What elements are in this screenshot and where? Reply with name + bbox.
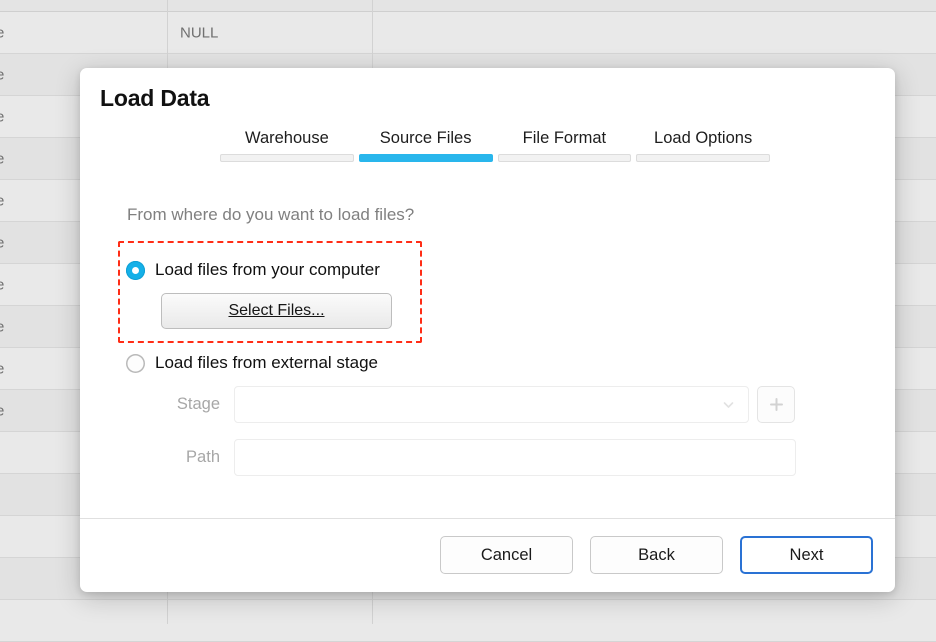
chevron-down-icon [723, 399, 734, 410]
next-button[interactable]: Next [740, 536, 873, 574]
source-question-text: From where do you want to load files? [127, 205, 414, 225]
cancel-button[interactable]: Cancel [440, 536, 573, 574]
tab-load-options-label: Load Options [636, 129, 770, 148]
path-field-row: Path [126, 439, 796, 476]
tab-source-files-indicator [359, 154, 493, 162]
wizard-step-tabs: Warehouse Source Files File Format Load … [220, 129, 770, 162]
load-data-dialog: Load Data Warehouse Source Files File Fo… [80, 68, 895, 592]
tab-file-format-label: File Format [498, 129, 632, 148]
dialog-title: Load Data [100, 85, 209, 112]
add-stage-button[interactable] [757, 386, 795, 423]
tab-load-options[interactable]: Load Options [636, 129, 770, 162]
tab-warehouse-indicator [220, 154, 354, 162]
tab-source-files[interactable]: Source Files [359, 129, 493, 162]
table-cell: e [0, 66, 4, 83]
select-files-button-label: Select Files... [228, 302, 324, 320]
back-button-label: Back [638, 546, 675, 565]
table-row[interactable]: e NULL [0, 12, 936, 54]
radio-option-load-from-computer[interactable]: Load files from your computer [126, 260, 380, 280]
radio-selected-icon [126, 261, 145, 280]
footer-divider [80, 518, 895, 519]
table-cell: e [0, 234, 4, 251]
table-cell: NULL [180, 24, 218, 41]
table-cell: e [0, 276, 4, 293]
stage-select[interactable] [234, 386, 749, 423]
back-button[interactable]: Back [590, 536, 723, 574]
table-cell: e [0, 150, 4, 167]
grid-header-divider [0, 11, 936, 12]
table-row[interactable] [0, 600, 936, 642]
tab-warehouse[interactable]: Warehouse [220, 129, 354, 162]
table-cell: e [0, 24, 4, 41]
table-cell: e [0, 192, 4, 209]
radio-option-load-from-computer-label: Load files from your computer [155, 260, 380, 280]
plus-icon [769, 397, 784, 412]
tab-warehouse-label: Warehouse [220, 129, 354, 148]
radio-option-load-from-external-stage-label: Load files from external stage [155, 353, 378, 373]
table-cell: e [0, 360, 4, 377]
stage-field-row: Stage [126, 386, 795, 423]
tab-source-files-label: Source Files [359, 129, 493, 148]
footer-button-group: Cancel Back Next [440, 536, 873, 574]
tab-load-options-indicator [636, 154, 770, 162]
path-field-label: Path [126, 448, 234, 467]
cancel-button-label: Cancel [481, 546, 532, 565]
stage-field-label: Stage [126, 395, 234, 414]
select-files-button[interactable]: Select Files... [161, 293, 392, 329]
path-input[interactable] [234, 439, 796, 476]
radio-option-load-from-external-stage[interactable]: Load files from external stage [126, 353, 378, 373]
table-cell: e [0, 318, 4, 335]
radio-unselected-icon [126, 354, 145, 373]
tab-file-format[interactable]: File Format [498, 129, 632, 162]
next-button-label: Next [790, 546, 824, 565]
table-cell: e [0, 402, 4, 419]
table-cell: e [0, 108, 4, 125]
tab-file-format-indicator [498, 154, 632, 162]
